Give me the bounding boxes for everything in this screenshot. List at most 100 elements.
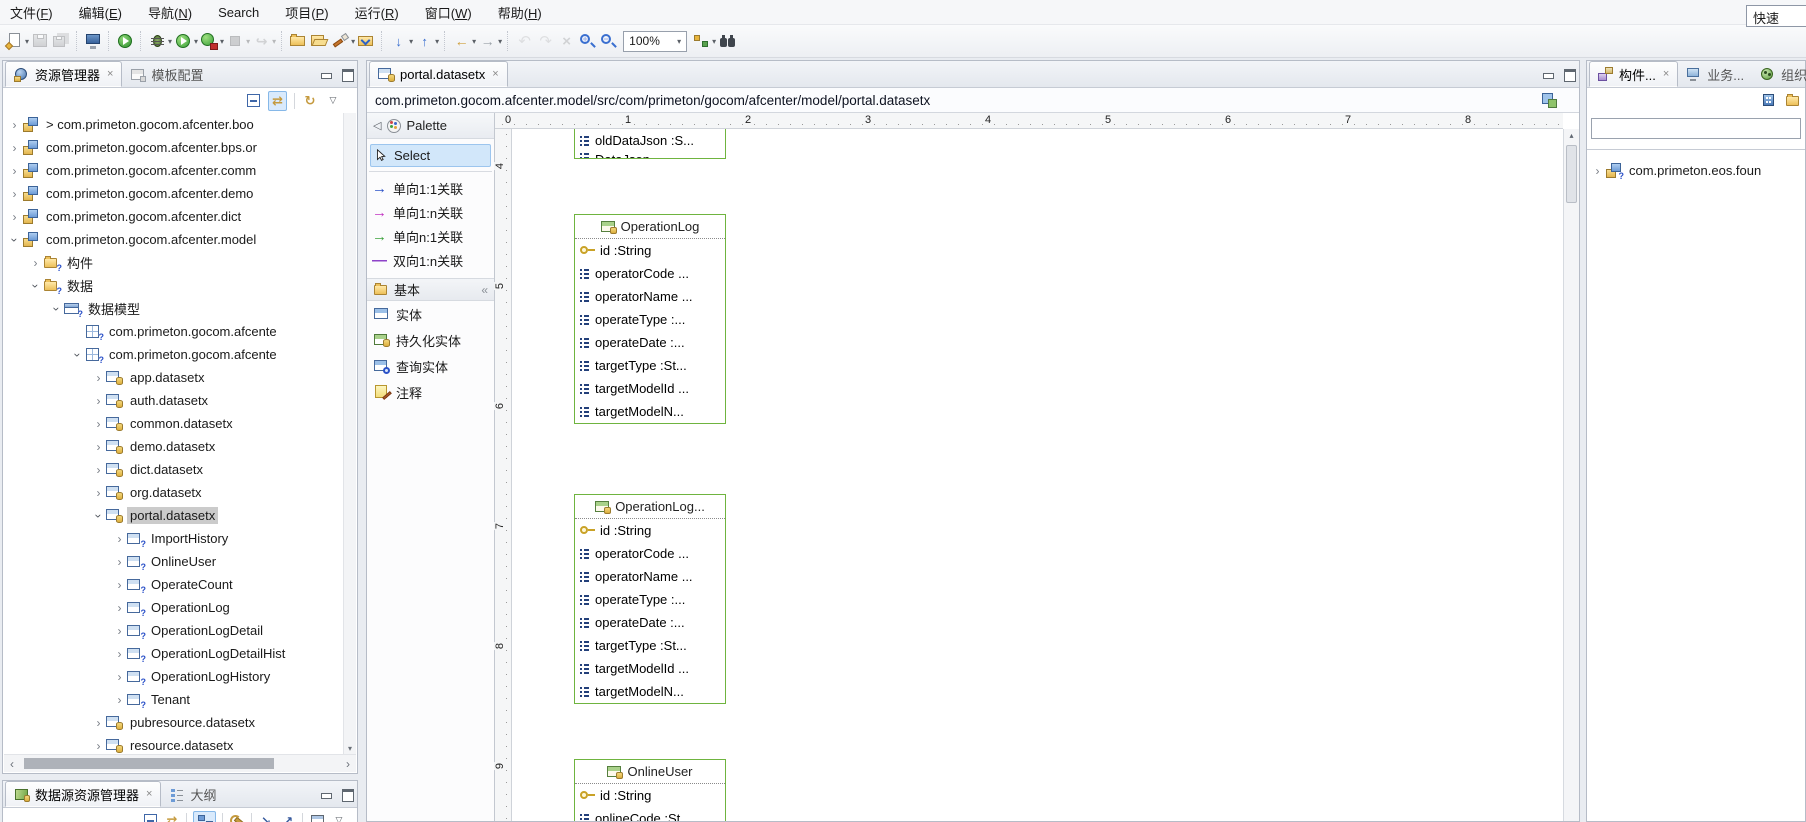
chevron-right-icon[interactable]: ›	[8, 164, 21, 178]
tree-row[interactable]: ?com.primeton.gocom.afcente	[4, 320, 342, 343]
chevron-right-icon[interactable]: ›	[113, 601, 126, 615]
redo-button[interactable]: ↷	[535, 29, 556, 53]
tree-row[interactable]: ›?OperationLog	[4, 596, 342, 619]
minimize-icon[interactable]	[1542, 68, 1554, 80]
palette-tool-note[interactable]: 注释	[367, 379, 494, 405]
entity-box[interactable]: OperationLogid :StringoperatorCode ...op…	[574, 214, 726, 424]
chevron-down-icon[interactable]: ›	[92, 509, 106, 522]
chevron-right-icon[interactable]: ›	[29, 256, 42, 270]
tree-row[interactable]: ›portal.datasetx	[4, 504, 342, 527]
tree-row[interactable]: ›com.primeton.gocom.afcenter.demo	[4, 182, 342, 205]
run-button[interactable]: ▾	[173, 29, 199, 53]
group-button[interactable]	[1785, 91, 1801, 111]
tab-outline[interactable]: 大纲	[161, 781, 224, 807]
tree-row[interactable]: ›?数据	[4, 274, 342, 297]
palette-section-basic[interactable]: 基本 «	[367, 278, 494, 301]
tree-row[interactable]: ›?OperationLogHistory	[4, 665, 342, 688]
tree-row[interactable]: ›auth.datasetx	[4, 389, 342, 412]
tree-row[interactable]: ›?com.primeton.eos.foun	[1587, 159, 1805, 182]
palette-tool-query-entity[interactable]: 查询实体	[367, 353, 494, 379]
dropdown-arrow-icon[interactable]: ▾	[194, 37, 198, 46]
new-window-button[interactable]	[309, 811, 325, 822]
palette-collapse-icon[interactable]: ◁	[373, 119, 381, 132]
menu-window[interactable]: 窗口(W)	[425, 3, 472, 22]
tab-portal-datasetx[interactable]: portal.datasetx ×	[369, 61, 508, 87]
palette-tool-persistent-entity[interactable]: 持久化实体	[367, 327, 494, 353]
pin-button[interactable]	[1762, 91, 1778, 111]
tree-row[interactable]: ›app.datasetx	[4, 366, 342, 389]
find-button[interactable]	[717, 29, 738, 53]
entity-header[interactable]: OnlineUser	[575, 760, 725, 784]
chevron-right-icon[interactable]: ›	[113, 624, 126, 638]
chevron-right-icon[interactable]: ›	[113, 647, 126, 661]
forward-button[interactable]: →▾	[477, 29, 503, 53]
view-menu-button[interactable]: ▽	[325, 91, 341, 111]
entity-field[interactable]: targetType :St...	[575, 634, 725, 657]
entity-box[interactable]: OperationLog...id :StringoperatorCode ..…	[574, 494, 726, 704]
menu-help[interactable]: 帮助(H)	[498, 3, 542, 22]
menu-run[interactable]: 运行(R)	[355, 3, 399, 22]
dropdown-arrow-icon[interactable]: ▾	[168, 37, 172, 46]
link-with-editor-icon[interactable]	[1541, 92, 1557, 108]
entity-field[interactable]: id :String	[575, 239, 725, 262]
dropdown-arrow-icon[interactable]: ▾	[220, 37, 224, 46]
minimize-icon[interactable]	[320, 68, 332, 80]
chevron-down-icon[interactable]: ›	[29, 279, 43, 292]
chevron-down-icon[interactable]: ›	[8, 233, 22, 246]
layout-button[interactable]: ▾	[691, 29, 717, 53]
run-secure-button[interactable]: ▾	[199, 29, 225, 53]
entity-field[interactable]: targetType :St...	[575, 354, 725, 377]
zoom-out-button[interactable]: −	[598, 29, 619, 53]
chevron-right-icon[interactable]: ›	[113, 555, 126, 569]
chevron-right-icon[interactable]: ›	[113, 670, 126, 684]
entity-header[interactable]: OperationLog	[575, 215, 725, 239]
scrollbar-track[interactable]	[20, 755, 340, 772]
entity-box-clipped[interactable]: oldDataJson :S...DataJson	[574, 129, 726, 159]
load-model-button[interactable]	[356, 29, 377, 53]
palette-connection-tool[interactable]: —双向1:n关联	[367, 248, 494, 272]
chevron-down-icon[interactable]: ›	[50, 302, 64, 315]
open-directory-button[interactable]	[309, 29, 330, 53]
tree-row[interactable]: ›dict.datasetx	[4, 458, 342, 481]
canvas-vertical-scrollbar[interactable]: ▴	[1563, 129, 1579, 821]
scrollbar-thumb[interactable]	[1566, 145, 1577, 203]
view-menu-button[interactable]: ▽	[331, 811, 347, 822]
tree-row[interactable]: ›?构件	[4, 251, 342, 274]
delete-button[interactable]: ×	[556, 29, 577, 53]
entity-field[interactable]: targetModelN...	[575, 680, 725, 703]
chevron-right-icon[interactable]: ›	[92, 394, 105, 408]
tree-row[interactable]: ›?ImportHistory	[4, 527, 342, 550]
chevron-right-icon[interactable]: ›	[8, 210, 21, 224]
maximize-icon[interactable]	[341, 68, 353, 80]
tree-row[interactable]: ›?OperationLogDetailHist	[4, 642, 342, 665]
dropdown-arrow-icon[interactable]: ▾	[351, 37, 355, 46]
chevron-right-icon[interactable]: ›	[8, 187, 21, 201]
palette-tool-entity[interactable]: 实体	[367, 301, 494, 327]
tree-row[interactable]: ›> com.primeton.gocom.afcenter.boo	[4, 113, 342, 136]
entity-field[interactable]: onlineCode :St	[575, 807, 725, 821]
palette-connection-tool[interactable]: →单向n:1关联	[367, 224, 494, 248]
link-source-button[interactable]: ↘	[258, 811, 274, 822]
chevron-right-icon[interactable]: ›	[92, 739, 105, 753]
tab-organization[interactable]: 组织.	[1752, 61, 1806, 87]
entity-field[interactable]: operateType :...	[575, 588, 725, 611]
collapse-all-button[interactable]	[245, 91, 261, 111]
entity-field[interactable]: targetModelId ...	[575, 377, 725, 400]
palette-connection-tool[interactable]: →单向1:1关联	[367, 176, 494, 200]
link-with-editor-button[interactable]: ⇄	[268, 91, 287, 111]
scrollbar-thumb[interactable]	[24, 758, 274, 769]
search-input[interactable]	[1591, 118, 1801, 139]
maximize-icon[interactable]	[1563, 68, 1575, 80]
tab-resource-explorer[interactable]: 资源管理器 ×	[5, 61, 122, 87]
tree-vertical-scrollbar[interactable]: ▾	[343, 113, 356, 754]
tree-row[interactable]: ›pubresource.datasetx	[4, 711, 342, 734]
check-in-button[interactable]: ↑▾	[414, 29, 440, 53]
undo-button[interactable]: ↶	[514, 29, 535, 53]
save-all-button[interactable]	[51, 29, 72, 53]
entity-field[interactable]: DataJson	[575, 152, 725, 159]
entity-field[interactable]: operateDate :...	[575, 611, 725, 634]
menu-navigate[interactable]: 导航(N)	[148, 3, 192, 22]
chevron-right-icon[interactable]: ›	[92, 371, 105, 385]
close-icon[interactable]: ×	[492, 68, 498, 80]
quick-access-box[interactable]: 快速	[1746, 5, 1806, 27]
